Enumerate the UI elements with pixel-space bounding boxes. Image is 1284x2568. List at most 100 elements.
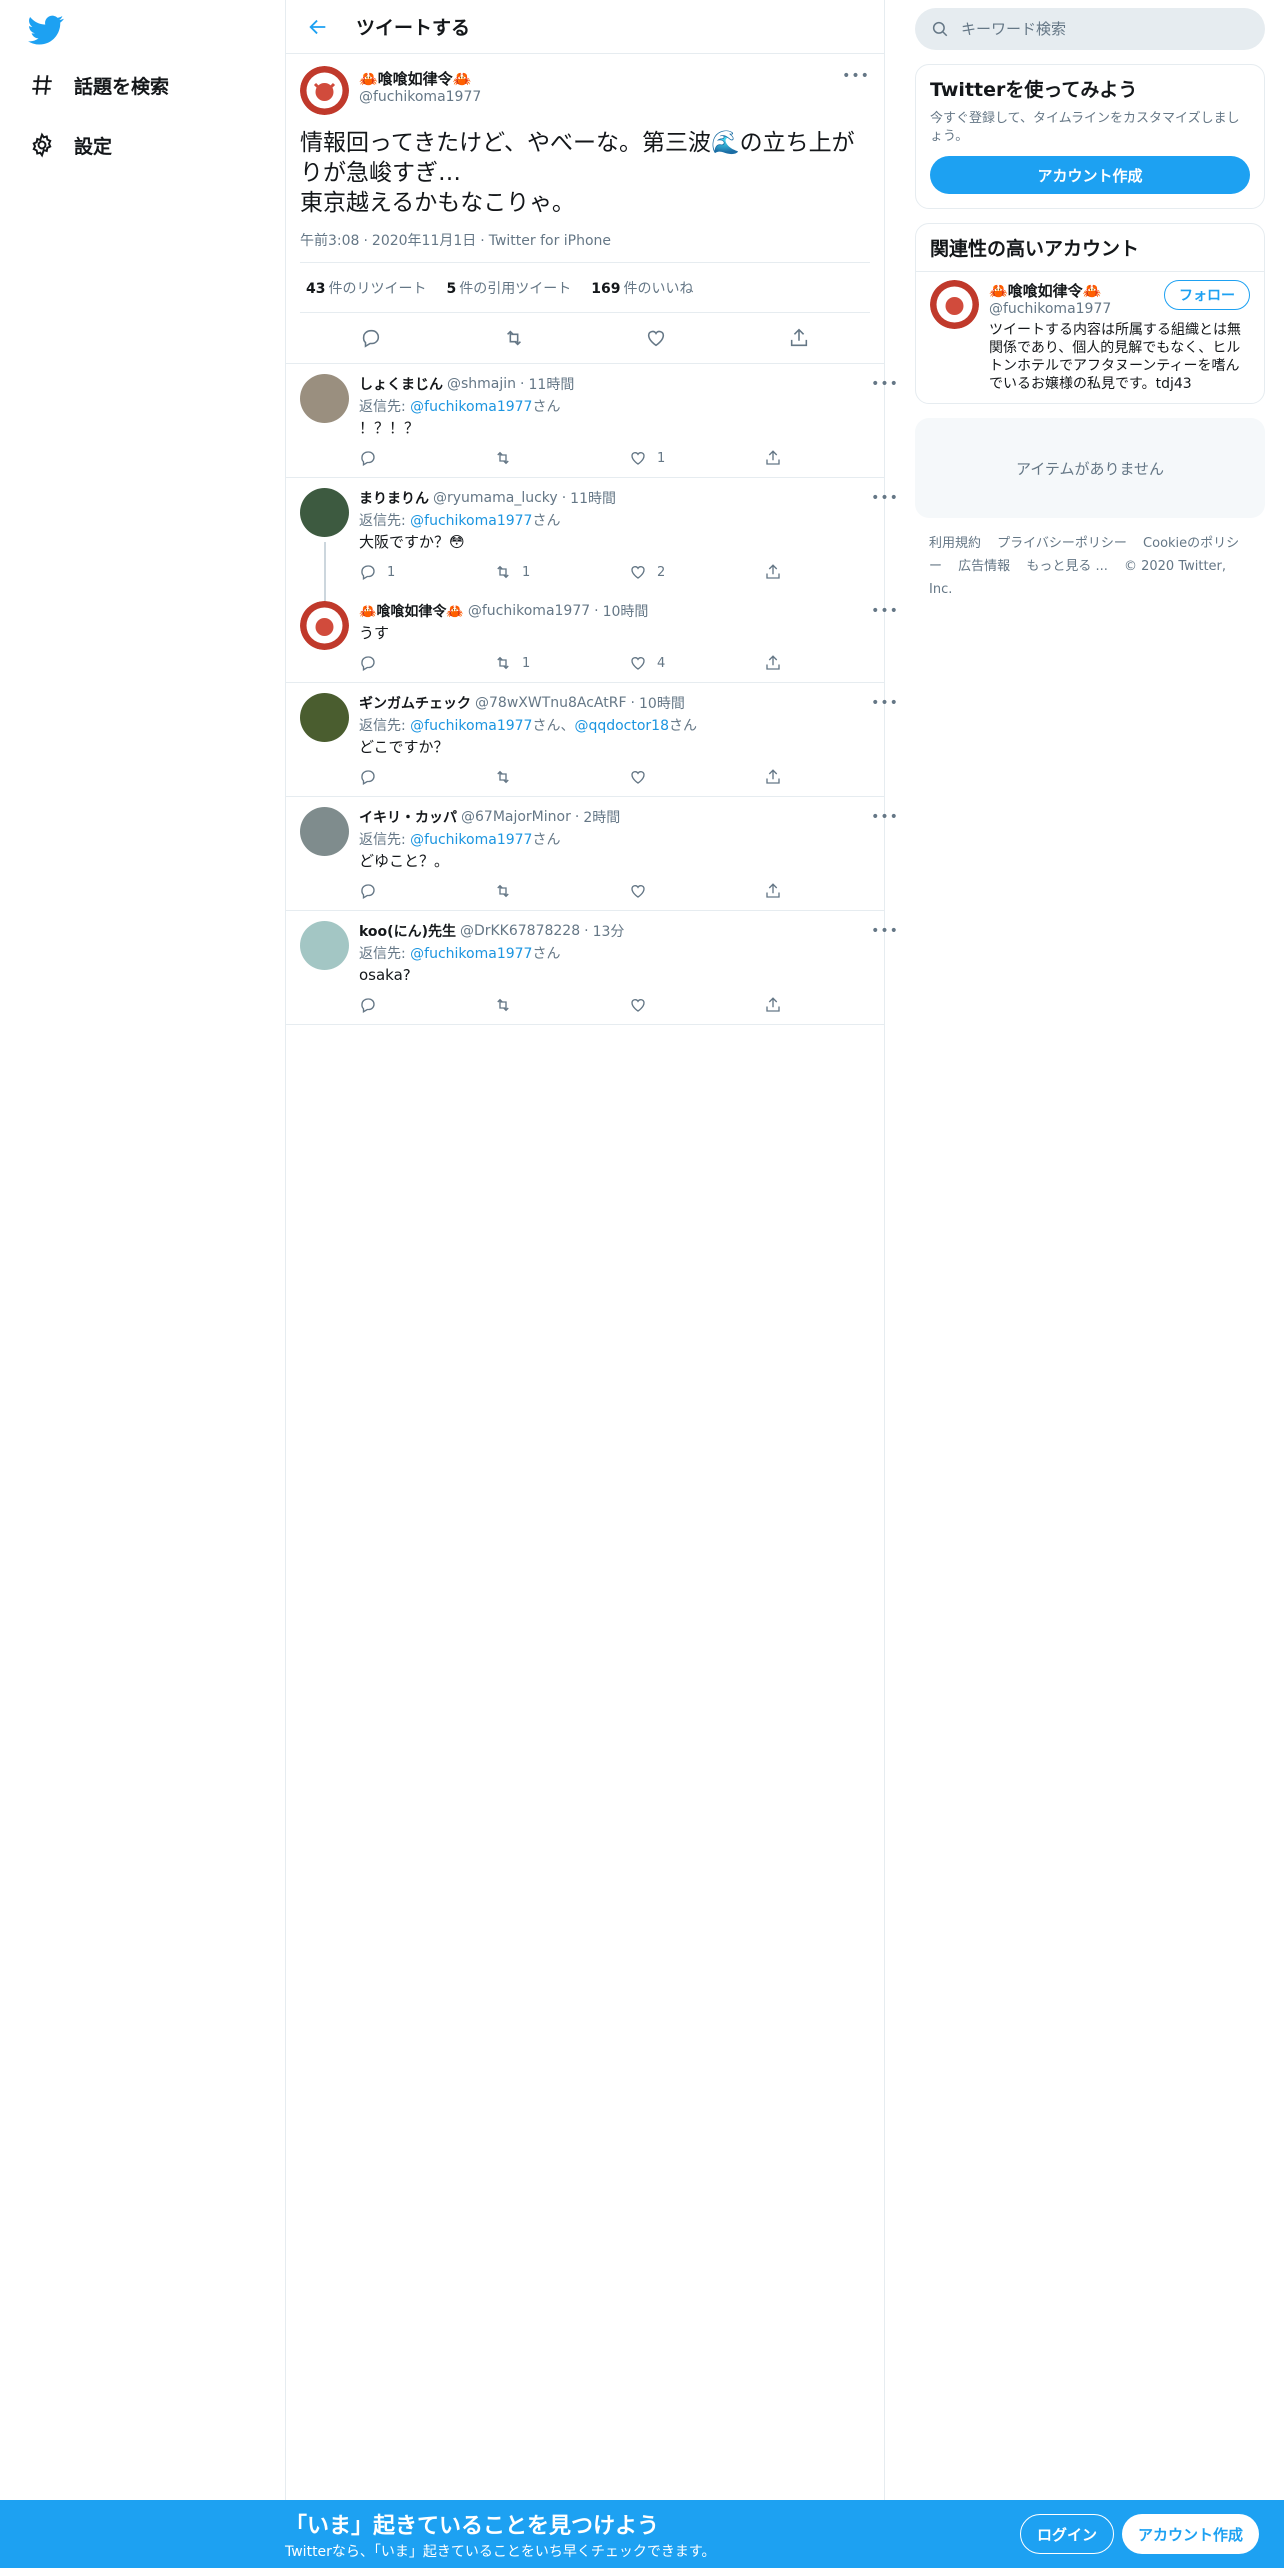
reply-tweet[interactable]: ギンガムチェック @78wXWTnu8AcAtRF · 10時間 ••• 返信先…	[286, 683, 898, 797]
retweet-button[interactable]	[494, 996, 629, 1014]
share-icon[interactable]	[781, 320, 817, 356]
avatar[interactable]	[300, 921, 349, 970]
author-handle[interactable]: @ryumama_lucky	[433, 490, 558, 506]
nav-explore[interactable]: 話題を検索	[24, 61, 169, 109]
mention-link[interactable]: @fuchikoma1977	[410, 399, 532, 415]
more-icon[interactable]: •••	[871, 693, 899, 713]
share-button[interactable]	[764, 654, 899, 672]
avatar[interactable]	[300, 66, 349, 115]
retweet-icon[interactable]	[496, 320, 532, 356]
reply-button[interactable]	[359, 449, 494, 467]
like-button[interactable]: 1	[629, 449, 764, 467]
retweet-button[interactable]	[494, 768, 629, 786]
like-count[interactable]: 169 件のいいね	[591, 278, 693, 298]
like-button[interactable]	[629, 996, 764, 1014]
avatar[interactable]	[300, 374, 349, 423]
footer-link-more[interactable]: もっと見る ...	[1026, 559, 1108, 574]
quote-count[interactable]: 5 件の引用ツイート	[446, 278, 571, 298]
author-name[interactable]: ギンガムチェック	[359, 693, 471, 713]
avatar[interactable]	[300, 601, 349, 650]
nav-settings[interactable]: 設定	[24, 121, 112, 169]
tweet-date[interactable]: 2020年11月1日	[372, 233, 476, 249]
author-name[interactable]: 🦀喰喰如律令🦀	[359, 601, 464, 621]
reply-button[interactable]: 1	[359, 563, 494, 581]
footer-link-ads[interactable]: 広告情報	[958, 559, 1010, 574]
tweet-source[interactable]: Twitter for iPhone	[489, 233, 611, 249]
retweet-button[interactable]: 1	[494, 563, 629, 581]
reply-tweet[interactable]: 🦀喰喰如律令🦀 @fuchikoma1977 · 10時間 ••• うす 1 4	[286, 591, 898, 683]
more-icon[interactable]: •••	[871, 488, 899, 508]
related-account[interactable]: 🦀喰喰如律令🦀 @fuchikoma1977 フォロー ツイートする内容は所属す…	[916, 272, 1264, 403]
more-icon[interactable]: •••	[871, 601, 899, 621]
reply-tweet[interactable]: しょくまじん @shmajin · 11時間 ••• 返信先: @fuchiko…	[286, 364, 898, 478]
mention-link[interactable]: @fuchikoma1977	[410, 946, 532, 962]
tweet-time[interactable]: 2時間	[583, 807, 620, 827]
footer-link-privacy[interactable]: プライバシーポリシー	[997, 536, 1127, 551]
retweet-button[interactable]: 1	[494, 654, 629, 672]
like-button[interactable]	[629, 882, 764, 900]
like-button[interactable]	[629, 768, 764, 786]
more-icon[interactable]: •••	[871, 807, 899, 827]
footer-link-terms[interactable]: 利用規約	[929, 536, 981, 551]
arrow-left-icon[interactable]	[300, 9, 336, 45]
tweet-time[interactable]: 11時間	[570, 488, 616, 508]
tweet-text: ！？！？	[359, 419, 420, 437]
tweet-time[interactable]: 10時間	[639, 693, 685, 713]
share-button[interactable]	[764, 996, 899, 1014]
mention-link[interactable]: @fuchikoma1977	[410, 832, 532, 848]
reply-button[interactable]	[359, 996, 494, 1014]
reply-tweet[interactable]: イキリ・カッパ @67MajorMinor · 2時間 ••• 返信先: @fu…	[286, 797, 898, 911]
login-button[interactable]: ログイン	[1020, 2514, 1115, 2554]
like-icon[interactable]	[638, 320, 674, 356]
author-handle[interactable]: @shmajin	[447, 376, 516, 392]
signup-button[interactable]: アカウント作成	[1122, 2514, 1260, 2554]
author-name[interactable]: まりまりん	[359, 488, 429, 508]
search-input[interactable]	[961, 20, 1221, 38]
reply-button[interactable]	[359, 654, 494, 672]
author-handle[interactable]: @67MajorMinor	[461, 809, 571, 825]
signup-button[interactable]: アカウント作成	[930, 156, 1250, 194]
tweet-time[interactable]: 11時間	[529, 374, 575, 394]
reply-icon[interactable]	[353, 320, 389, 356]
retweet-button[interactable]	[494, 449, 629, 467]
more-icon[interactable]: •••	[871, 374, 899, 394]
account-name[interactable]: 🦀喰喰如律令🦀	[989, 280, 1111, 301]
share-button[interactable]	[764, 882, 899, 900]
tweet-time[interactable]: 13分	[593, 921, 625, 941]
reply-tweet[interactable]: koo(にん)先生 @DrKK67878228 · 13分 ••• 返信先: @…	[286, 911, 898, 1025]
mention-link[interactable]: @qqdoctor18	[574, 718, 669, 734]
author-handle[interactable]: @fuchikoma1977	[468, 603, 590, 619]
retweet-count[interactable]: 43 件のリツイート	[306, 278, 426, 298]
avatar[interactable]	[300, 693, 349, 742]
avatar[interactable]	[300, 807, 349, 856]
share-button[interactable]	[764, 563, 899, 581]
more-icon[interactable]: •••	[842, 66, 870, 86]
author-name[interactable]: イキリ・カッパ	[359, 807, 457, 827]
twitter-bird-icon[interactable]	[28, 12, 64, 48]
reply-icon	[361, 998, 375, 1013]
mention-link[interactable]: @fuchikoma1977	[410, 513, 532, 529]
author-name[interactable]: 🦀喰喰如律令🦀	[359, 68, 481, 89]
follow-button[interactable]: フォロー	[1164, 280, 1250, 310]
account-handle[interactable]: @fuchikoma1977	[989, 301, 1111, 317]
reply-button[interactable]	[359, 882, 494, 900]
author-name[interactable]: しょくまじん	[359, 374, 443, 394]
more-icon[interactable]: •••	[871, 921, 899, 941]
share-button[interactable]	[764, 768, 899, 786]
like-button[interactable]: 4	[629, 654, 764, 672]
like-button[interactable]: 2	[629, 563, 764, 581]
avatar[interactable]	[300, 488, 349, 537]
search-bar[interactable]	[915, 8, 1265, 50]
author-handle[interactable]: @78wXWTnu8AcAtRF	[475, 695, 627, 711]
share-button[interactable]	[764, 449, 899, 467]
author-handle[interactable]: @fuchikoma1977	[359, 89, 481, 105]
reply-tweet[interactable]: まりまりん @ryumama_lucky · 11時間 ••• 返信先: @fu…	[286, 478, 898, 602]
avatar[interactable]	[930, 280, 979, 329]
author-handle[interactable]: @DrKK67878228	[460, 923, 580, 939]
tweet-time[interactable]: 午前3:08	[300, 233, 359, 249]
tweet-time[interactable]: 10時間	[603, 601, 649, 621]
reply-button[interactable]	[359, 768, 494, 786]
mention-link[interactable]: @fuchikoma1977	[410, 718, 532, 734]
author-name[interactable]: koo(にん)先生	[359, 921, 456, 941]
retweet-button[interactable]	[494, 882, 629, 900]
